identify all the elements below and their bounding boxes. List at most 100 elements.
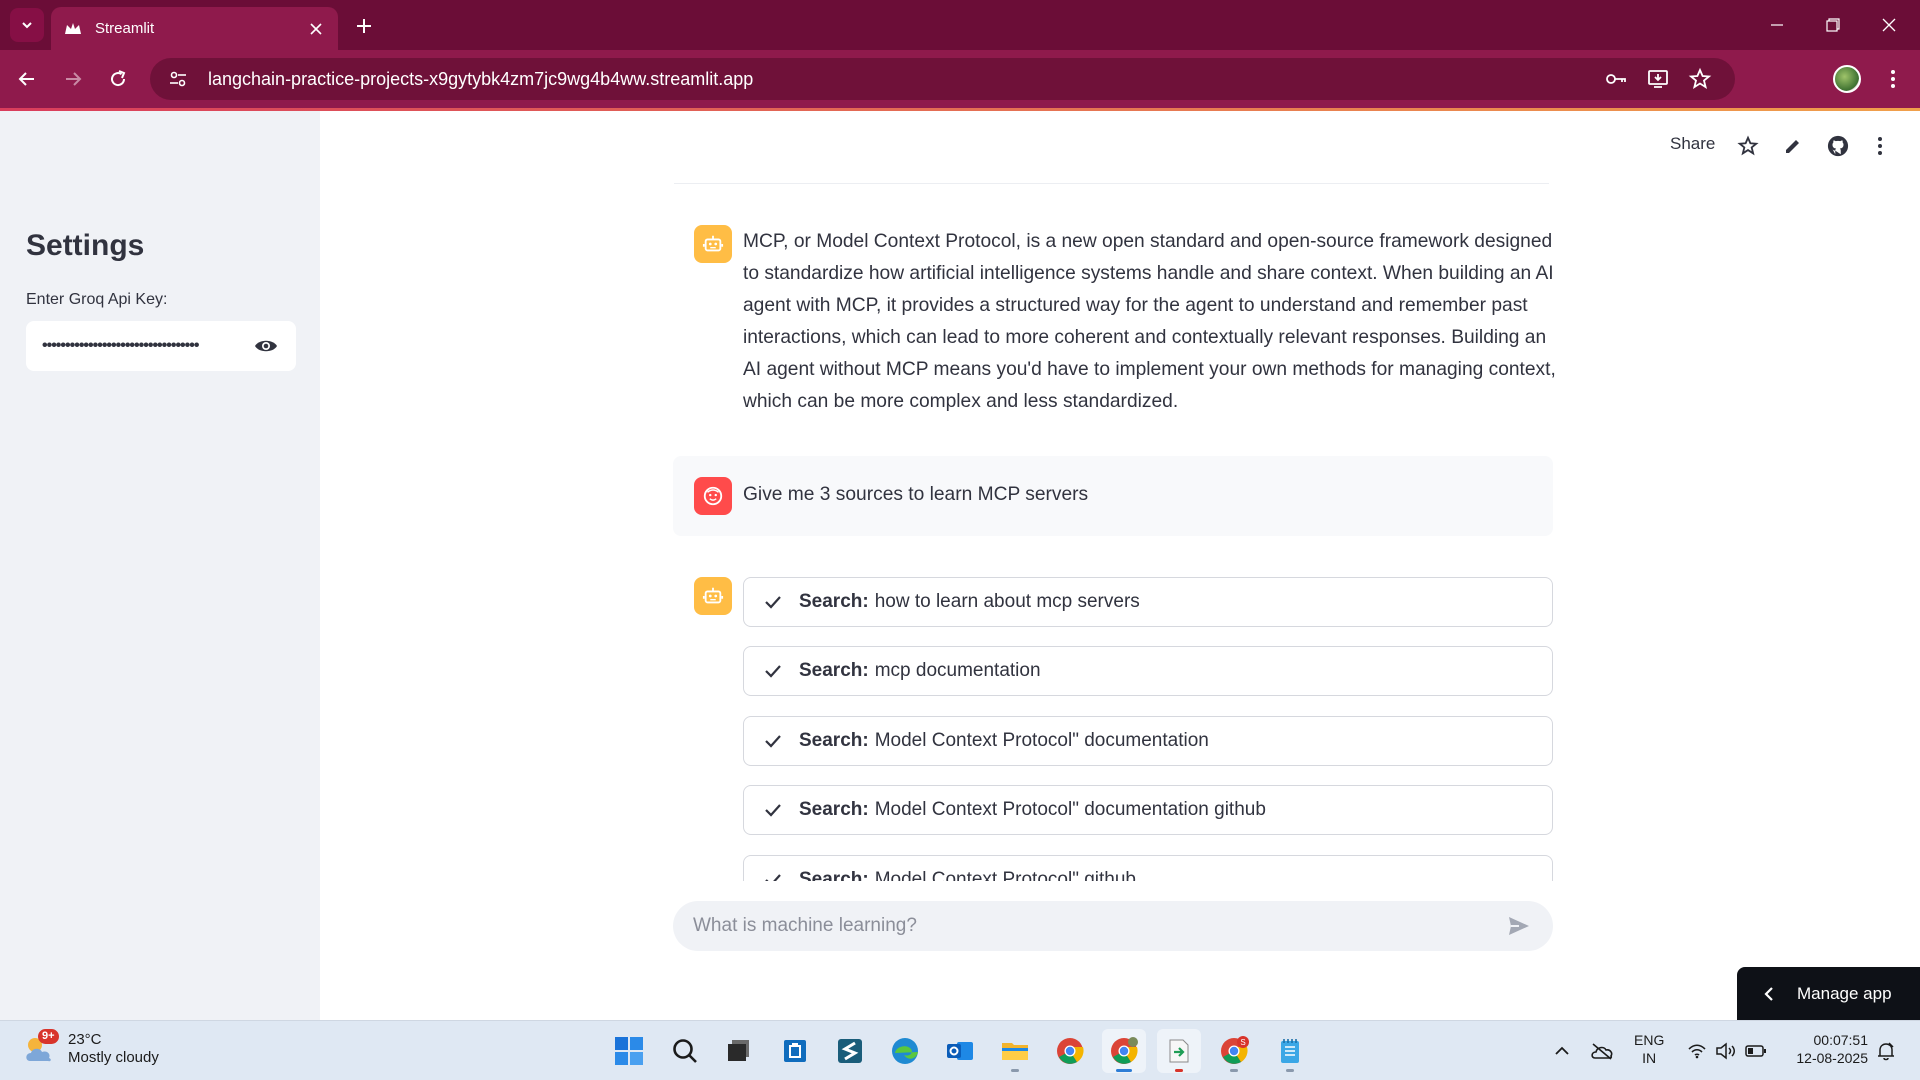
chrome-icon: S: [1221, 1036, 1249, 1064]
taskbar-notepad[interactable]: [1268, 1029, 1312, 1073]
profile-avatar[interactable]: [1829, 61, 1865, 97]
close-icon: [1882, 18, 1896, 32]
send-icon[interactable]: [1505, 912, 1533, 940]
github-icon[interactable]: [1823, 131, 1853, 161]
search-step[interactable]: Search: how to learn about mcp servers: [743, 577, 1553, 627]
search-button[interactable]: [663, 1029, 707, 1073]
forward-button[interactable]: [55, 61, 91, 97]
browser-menu-button[interactable]: [1875, 61, 1911, 97]
check-icon: [762, 730, 784, 752]
sidebar: Settings Enter Groq Api Key: •••••••••••…: [0, 111, 320, 1020]
install-app-icon[interactable]: [1641, 62, 1675, 96]
taskbar-chrome-2[interactable]: S: [1212, 1029, 1256, 1073]
edit-pencil-icon[interactable]: [1778, 131, 1808, 161]
show-hidden-icons[interactable]: [1550, 1039, 1574, 1063]
arrow-right-icon: [66, 72, 82, 86]
minimize-icon: [1771, 24, 1783, 26]
minimize-button[interactable]: [1754, 10, 1800, 40]
chevron-up-icon: [1555, 1046, 1569, 1055]
taskbar-app-s[interactable]: [828, 1029, 872, 1073]
search-step[interactable]: Search: Model Context Protocol" document…: [743, 785, 1553, 835]
sidebar-title: Settings: [26, 229, 145, 262]
check-icon: [762, 591, 784, 613]
tab-close-icon[interactable]: [306, 19, 326, 39]
browser-toolbar: langchain-practice-projects-x9gytybk4zm7…: [0, 50, 1920, 108]
language-indicator[interactable]: ENG IN: [1634, 1031, 1664, 1067]
close-window-button[interactable]: [1866, 10, 1912, 40]
notepad-icon: [1281, 1039, 1299, 1063]
favorite-star-icon[interactable]: [1733, 131, 1763, 161]
reload-button[interactable]: [100, 61, 136, 97]
region-code: IN: [1642, 1050, 1657, 1066]
assistant-avatar: [694, 577, 732, 615]
running-indicator: [1011, 1069, 1019, 1072]
weather-widget[interactable]: 9+ 23°C Mostly cloudy: [22, 1029, 159, 1067]
step-prefix: Search:: [799, 730, 869, 751]
chat-input[interactable]: What is machine learning?: [673, 901, 1553, 951]
new-tab-button[interactable]: [350, 12, 378, 40]
edge-icon: [892, 1038, 918, 1064]
api-key-input[interactable]: ••••••••••••••••••••••••••••••••••: [26, 321, 296, 371]
task-view-button[interactable]: [716, 1029, 760, 1073]
windows-logo-icon: [615, 1037, 643, 1065]
app-arrow-icon: [1169, 1039, 1189, 1063]
browser-tab[interactable]: Streamlit: [51, 7, 338, 50]
search-steps-list: Search: how to learn about mcp servers S…: [743, 577, 1553, 881]
show-password-eye-icon[interactable]: [252, 332, 280, 360]
share-button[interactable]: Share: [1670, 134, 1715, 154]
taskbar-chrome-1[interactable]: [1048, 1029, 1092, 1073]
volume-icon[interactable]: [1714, 1039, 1738, 1063]
address-bar[interactable]: langchain-practice-projects-x9gytybk4zm7…: [150, 58, 1735, 100]
clock-time: 00:07:51: [1813, 1032, 1869, 1048]
url-text[interactable]: langchain-practice-projects-x9gytybk4zm7…: [208, 69, 1591, 90]
weather-cloud-icon: 9+: [22, 1029, 59, 1067]
reload-icon: [111, 70, 126, 87]
chevron-left-icon: [1759, 984, 1779, 1004]
taskbar-outlook[interactable]: [938, 1029, 982, 1073]
search-step[interactable]: Search: Model Context Protocol" document…: [743, 716, 1553, 766]
app-menu-icon[interactable]: [1865, 131, 1895, 161]
step-query: Model Context Protocol" github: [874, 869, 1136, 881]
api-key-value[interactable]: ••••••••••••••••••••••••••••••••••: [42, 337, 252, 355]
robot-icon: [702, 235, 724, 252]
chat-divider: [674, 183, 1549, 184]
taskbar-app-store[interactable]: [773, 1029, 817, 1073]
step-prefix: Search:: [799, 660, 869, 681]
main-content: Share MCP, or Model Context Protocol, is…: [320, 111, 1920, 1020]
taskbar-file-explorer[interactable]: [993, 1029, 1037, 1073]
kebab-menu-icon: [1891, 70, 1895, 88]
restore-button[interactable]: [1810, 10, 1856, 40]
chat-input-placeholder[interactable]: What is machine learning?: [693, 915, 1505, 937]
weather-badge: 9+: [38, 1029, 59, 1044]
taskbar-chrome-active[interactable]: [1102, 1029, 1146, 1073]
search-step[interactable]: Search: mcp documentation: [743, 646, 1553, 696]
manage-app-button[interactable]: Manage app: [1737, 967, 1920, 1020]
password-key-icon[interactable]: [1599, 62, 1633, 96]
store-bag-icon: [784, 1040, 806, 1062]
search-step[interactable]: Search: Model Context Protocol" github: [743, 855, 1553, 881]
app-s-icon: [838, 1039, 862, 1063]
site-settings-icon[interactable]: [168, 69, 188, 89]
clock[interactable]: 00:07:51 12-08-2025: [1782, 1031, 1868, 1067]
robot-icon: [702, 587, 724, 604]
battery-icon[interactable]: [1744, 1039, 1768, 1063]
weather-temperature: 23°C: [68, 1031, 102, 1048]
step-prefix: Search:: [799, 869, 869, 881]
check-icon: [762, 869, 784, 881]
step-query: mcp documentation: [874, 660, 1041, 681]
user-message: Give me 3 sources to learn MCP servers: [743, 484, 1089, 505]
notification-bell-icon[interactable]: [1874, 1039, 1898, 1063]
step-prefix: Search:: [799, 591, 869, 612]
onedrive-icon[interactable]: [1590, 1039, 1614, 1063]
tab-search-dropdown[interactable]: [10, 8, 44, 42]
api-key-label: Enter Groq Api Key:: [26, 291, 168, 308]
bookmark-star-icon[interactable]: [1683, 62, 1717, 96]
wifi-icon[interactable]: [1685, 1039, 1709, 1063]
back-button[interactable]: [9, 61, 45, 97]
face-icon: [703, 486, 723, 506]
taskbar-edge[interactable]: [883, 1029, 927, 1073]
start-button[interactable]: [607, 1029, 651, 1073]
taskbar: 9+ 23°C Mostly cloudy S ENG IN 00:07:51 …: [0, 1020, 1920, 1080]
taskbar-app-arrow[interactable]: [1157, 1029, 1201, 1073]
weather-condition: Mostly cloudy: [68, 1049, 159, 1066]
